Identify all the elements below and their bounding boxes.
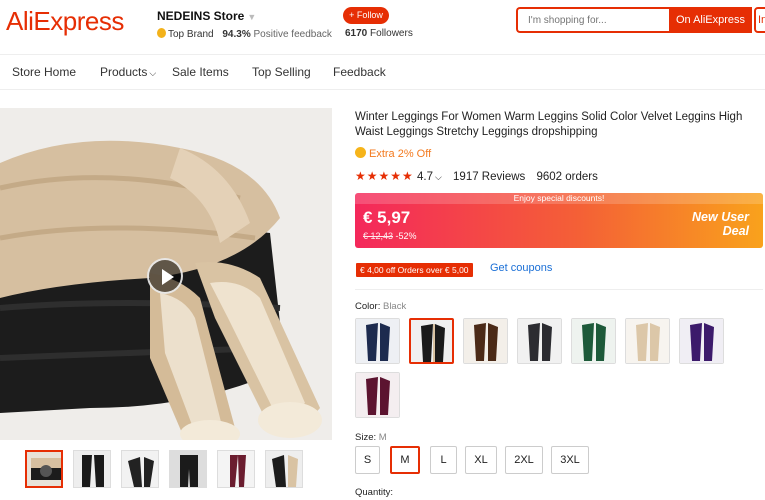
color-swatch-beige[interactable]: [625, 318, 670, 364]
swatch-image: [518, 319, 561, 363]
orders-count: 9602 orders: [536, 171, 598, 183]
thumbnail[interactable]: [217, 450, 255, 488]
size-label-text: Size:: [355, 432, 377, 443]
search-store-button[interactable]: In this store: [754, 7, 765, 33]
size-option-xl[interactable]: XL: [465, 446, 497, 474]
chevron-down-icon[interactable]: ▼: [247, 12, 256, 22]
swatch-image: [680, 319, 723, 363]
swatch-image: [411, 320, 452, 362]
color-swatch-navy[interactable]: [355, 318, 400, 364]
new-user-deal: New User Deal: [692, 210, 749, 238]
followers-count: 6170 Followers: [345, 28, 413, 39]
nav-top-selling[interactable]: Top Selling: [252, 65, 311, 79]
color-label-text: Color:: [355, 301, 381, 312]
current-price: € 5,97: [363, 208, 411, 227]
quantity-label: Quantity:: [355, 487, 394, 498]
color-label: Color: Black: [355, 301, 406, 312]
nav-sale-items[interactable]: Sale Items: [172, 65, 229, 79]
coupon-tag[interactable]: € 4,00 off Orders over € 5,00: [356, 263, 473, 277]
extra-off-label[interactable]: Extra 2% Off: [369, 148, 431, 160]
thumbnail[interactable]: [169, 450, 207, 488]
swatch-image: [356, 373, 399, 417]
color-swatch-burgundy[interactable]: [355, 372, 400, 418]
search-box: [516, 7, 669, 33]
product-title: Winter Leggings For Women Warm Leggins S…: [355, 111, 743, 138]
swatch-image: [464, 319, 507, 363]
thumbnail-image: [170, 451, 206, 487]
rating-value[interactable]: 4.7: [417, 171, 433, 183]
thumbnail-image: [218, 451, 254, 487]
swatch-image: [626, 319, 669, 363]
size-label: Size: M: [355, 432, 387, 443]
store-nav: Store Home Products ⌵ Sale Items Top Sell…: [0, 54, 765, 90]
header: AliExpress NEDEINS Store ▼ Top Brand 94.3…: [0, 0, 765, 48]
coin-icon: [355, 147, 366, 158]
top-brand-badge: Top Brand: [168, 29, 214, 40]
followers-label: Followers: [370, 28, 413, 39]
reviews-count[interactable]: 1917 Reviews: [453, 171, 525, 183]
size-option-m[interactable]: M: [390, 446, 420, 474]
swatch-image: [572, 319, 615, 363]
play-video-icon[interactable]: [147, 258, 183, 294]
thumbnail[interactable]: [265, 450, 303, 488]
size-option-s[interactable]: S: [355, 446, 380, 474]
chevron-down-icon[interactable]: ⌵: [435, 172, 442, 182]
search-aliexpress-button[interactable]: On AliExpress: [669, 7, 752, 33]
feedback-label: Positive feedback: [253, 29, 332, 40]
star-rating-icon: ★★★★★: [355, 169, 414, 183]
color-swatch-purple[interactable]: [679, 318, 724, 364]
color-value: Black: [382, 301, 407, 312]
deal-line-2: Deal: [722, 224, 749, 238]
nav-products[interactable]: Products ⌵: [100, 65, 156, 79]
store-name[interactable]: NEDEINS Store ▼: [157, 9, 256, 23]
medal-icon: [157, 28, 166, 38]
thumbnail-image: [74, 451, 110, 487]
color-swatch-green[interactable]: [571, 318, 616, 364]
thumbnail-image: [122, 451, 158, 487]
nav-feedback[interactable]: Feedback: [333, 65, 386, 79]
price-banner: Enjoy special discounts! € 5,97 € 12,43 …: [355, 193, 763, 248]
follow-button[interactable]: + Follow: [343, 7, 389, 24]
extra-off[interactable]: Extra 2% Off: [355, 147, 431, 160]
nav-store-home[interactable]: Store Home: [12, 65, 76, 79]
color-swatch-dark-gray[interactable]: [517, 318, 562, 364]
deal-line-1: New User: [692, 210, 749, 224]
search-input[interactable]: [518, 9, 669, 31]
discount-strip: Enjoy special discounts!: [355, 193, 763, 204]
thumbnail[interactable]: [73, 450, 111, 488]
divider: [355, 289, 763, 290]
thumbnail-image: [266, 451, 302, 487]
color-swatch-black[interactable]: [409, 318, 454, 364]
chevron-down-icon[interactable]: ⌵: [149, 68, 156, 78]
nav-products-label[interactable]: Products: [100, 65, 147, 79]
size-option-3xl[interactable]: 3XL: [551, 446, 589, 474]
get-coupons-link[interactable]: Get coupons: [490, 262, 552, 274]
color-swatch-brown[interactable]: [463, 318, 508, 364]
thumbnail-image: [27, 452, 61, 486]
product-main-image[interactable]: [0, 108, 332, 440]
old-price: € 12,43 -52%: [363, 231, 417, 241]
swatch-image: [356, 319, 399, 363]
thumbnail[interactable]: [121, 450, 159, 488]
old-price-value: € 12,43: [363, 231, 394, 241]
size-option-l[interactable]: L: [430, 446, 457, 474]
followers-number: 6170: [345, 28, 368, 39]
store-name-text[interactable]: NEDEINS Store: [157, 9, 244, 23]
size-value: M: [378, 432, 387, 443]
rating-row: ★★★★★ 4.7 ⌵ 1917 Reviews 9602 orders: [355, 169, 598, 183]
aliexpress-logo[interactable]: AliExpress: [6, 6, 124, 37]
feedback-percent: 94.3%: [222, 29, 251, 40]
discount-percent: -52%: [395, 231, 417, 241]
store-meta: Top Brand 94.3% Positive feedback: [157, 28, 332, 40]
size-option-2xl[interactable]: 2XL: [505, 446, 543, 474]
thumbnail[interactable]: [25, 450, 63, 488]
